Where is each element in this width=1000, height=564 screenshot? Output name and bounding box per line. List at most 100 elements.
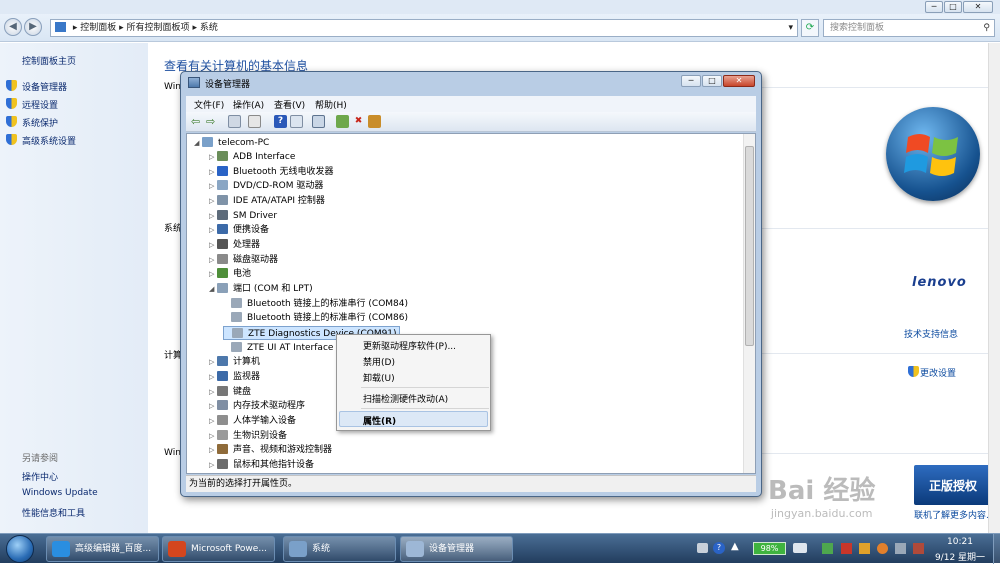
dm-maximize-button[interactable]: □: [702, 75, 722, 87]
tree-device-item[interactable]: Bluetooth 链接上的标准串行 (COM86): [223, 311, 408, 325]
expand-arrow-icon[interactable]: ▷: [209, 238, 217, 252]
volume-icon[interactable]: [913, 543, 924, 554]
disable-icon[interactable]: [368, 115, 381, 128]
tree-category-item[interactable]: ▷ 键盘: [209, 385, 251, 399]
tray-icon[interactable]: [822, 543, 833, 554]
tree-category-item[interactable]: ▷ 计算机: [209, 355, 260, 369]
network-icon[interactable]: [895, 543, 906, 554]
expand-arrow-icon[interactable]: ▷: [209, 194, 217, 208]
start-button[interactable]: [6, 535, 34, 563]
tree-category-item[interactable]: ▷ 声音、视频和游戏控制器: [209, 443, 332, 457]
expand-arrow-icon[interactable]: ▷: [209, 253, 217, 267]
tree-category-item[interactable]: ▷ SM Driver: [209, 209, 277, 223]
expand-arrow-icon[interactable]: ▷: [209, 179, 217, 193]
forward-button[interactable]: ▶: [24, 18, 42, 36]
show-desktop-button[interactable]: [993, 534, 1000, 564]
see-also-action-center[interactable]: 操作中心: [22, 470, 58, 483]
menu-properties[interactable]: 属性(R): [363, 414, 396, 427]
tree-category-item[interactable]: ▷ IDE ATA/ATAPI 控制器: [209, 194, 325, 208]
expand-arrow-icon[interactable]: ▷: [209, 458, 217, 472]
breadcrumb-all-items[interactable]: 所有控制面板项: [127, 23, 190, 33]
clock-time[interactable]: 10:21: [935, 537, 985, 547]
menu-disable[interactable]: 禁用(D): [363, 355, 395, 368]
battery-indicator[interactable]: 98%: [753, 542, 786, 555]
tree-category-item[interactable]: ▷ 鼠标和其他指针设备: [209, 458, 314, 472]
show-hidden-icons[interactable]: ▲: [731, 541, 739, 552]
tree-category-item[interactable]: ◢ 端口 (COM 和 LPT): [209, 282, 313, 296]
breadcrumb-system[interactable]: 系统: [200, 23, 218, 33]
menu-uninstall[interactable]: 卸载(U): [363, 371, 395, 384]
tree-category-item[interactable]: ▷ 监视器: [209, 370, 260, 384]
tree-category-item[interactable]: ▷ DVD/CD-ROM 驱动器: [209, 179, 323, 193]
see-also-windows-update[interactable]: Windows Update: [22, 488, 98, 498]
menu-file[interactable]: 文件(F): [194, 98, 224, 111]
menu-scan-hardware[interactable]: 扫描检测硬件改动(A): [363, 392, 448, 405]
back-button[interactable]: ◀: [4, 18, 22, 36]
refresh-button[interactable]: ⟳: [801, 19, 819, 37]
scan-hardware-icon[interactable]: [312, 115, 325, 128]
expand-arrow-icon[interactable]: ▷: [209, 165, 217, 179]
tree-root[interactable]: ◢ telecom-PC: [194, 136, 269, 150]
expand-arrow-icon[interactable]: ▷: [209, 209, 217, 223]
expand-arrow-icon[interactable]: ▷: [209, 267, 217, 281]
sidebar-item-advanced-settings[interactable]: 高级系统设置: [22, 134, 76, 147]
learn-more-link[interactable]: 联机了解更多内容...: [914, 508, 995, 521]
maximize-button[interactable]: □: [944, 1, 962, 13]
taskbar-item-powerpoint[interactable]: Microsoft Powe...: [162, 536, 275, 562]
sidebar-item-system-protection[interactable]: 系统保护: [22, 116, 58, 129]
tray-icon[interactable]: [859, 543, 870, 554]
sidebar-item-remote-settings[interactable]: 远程设置: [22, 98, 58, 111]
address-bar[interactable]: ▸ 控制面板 ▸ 所有控制面板项 ▸ 系统 ▾: [50, 19, 798, 37]
properties-icon[interactable]: [248, 115, 261, 128]
tree-device-item[interactable]: ZTE UI AT Interface (C: [223, 341, 346, 355]
control-panel-home-link[interactable]: 控制面板主页: [22, 54, 76, 67]
expand-arrow-icon[interactable]: ▷: [209, 355, 217, 369]
menu-view[interactable]: 查看(V): [274, 98, 305, 111]
expand-arrow-icon[interactable]: ▷: [209, 370, 217, 384]
help-tray-icon[interactable]: ?: [713, 542, 725, 554]
tree-category-item[interactable]: ▷ 磁盘驱动器: [209, 253, 278, 267]
expand-arrow-icon[interactable]: ▷: [209, 443, 217, 457]
forward-arrow-icon[interactable]: ⇨: [206, 115, 219, 128]
expand-arrow-icon[interactable]: ▷: [209, 223, 217, 237]
breadcrumb-control-panel[interactable]: 控制面板: [80, 23, 116, 33]
search-input[interactable]: 搜索控制面板 ⚲: [823, 19, 995, 37]
menu-help[interactable]: 帮助(H): [315, 98, 347, 111]
search-icon[interactable]: ⚲: [983, 20, 990, 36]
tree-category-item[interactable]: ▷ 便携设备: [209, 223, 269, 237]
scrollbar[interactable]: [988, 43, 1000, 533]
help-icon[interactable]: ?: [274, 115, 287, 128]
console-tree-icon[interactable]: [228, 115, 241, 128]
taskbar-item-device-manager[interactable]: 设备管理器: [400, 536, 513, 562]
menu-update-driver[interactable]: 更新驱动程序软件(P)...: [363, 339, 456, 352]
menu-action[interactable]: 操作(A): [233, 98, 264, 111]
tree-category-item[interactable]: ▷ 人体学输入设备: [209, 414, 296, 428]
tree-scrollbar[interactable]: [743, 134, 755, 473]
tray-icon[interactable]: [697, 543, 708, 553]
scroll-thumb[interactable]: [745, 146, 754, 346]
back-arrow-icon[interactable]: ⇦: [191, 115, 204, 128]
close-button[interactable]: ✕: [963, 1, 993, 13]
sidebar-item-device-manager[interactable]: 设备管理器: [22, 80, 67, 93]
update-driver-icon[interactable]: [336, 115, 349, 128]
expand-arrow-icon[interactable]: ▷: [209, 399, 217, 413]
change-settings-link[interactable]: 更改设置: [920, 366, 956, 379]
expand-arrow-icon[interactable]: ▷: [209, 429, 217, 443]
clock-date[interactable]: 9/12 星期一: [930, 550, 990, 563]
uninstall-icon[interactable]: ✖: [352, 115, 365, 128]
tree-category-item[interactable]: ▷ 内存技术驱动程序: [209, 399, 305, 413]
expand-arrow-icon[interactable]: ▷: [209, 385, 217, 399]
view-icon[interactable]: [290, 115, 303, 128]
tree-category-item[interactable]: ▷ 处理器: [209, 238, 260, 252]
support-info-link[interactable]: 技术支持信息: [904, 327, 958, 340]
dm-minimize-button[interactable]: ─: [681, 75, 701, 87]
tray-icon[interactable]: [877, 543, 888, 554]
dropdown-arrow-icon[interactable]: ▾: [788, 20, 793, 36]
tree-category-item[interactable]: ▷ Bluetooth 无线电收发器: [209, 165, 334, 179]
tree-category-item[interactable]: ▷ 生物识别设备: [209, 429, 287, 443]
dm-close-button[interactable]: ✕: [723, 75, 755, 87]
expand-arrow-icon[interactable]: ▷: [209, 150, 217, 164]
expand-arrow-icon[interactable]: ▷: [209, 414, 217, 428]
tree-category-item[interactable]: ▷ 电池: [209, 267, 251, 281]
taskbar-item-browser[interactable]: 高级编辑器_百度...: [46, 536, 159, 562]
